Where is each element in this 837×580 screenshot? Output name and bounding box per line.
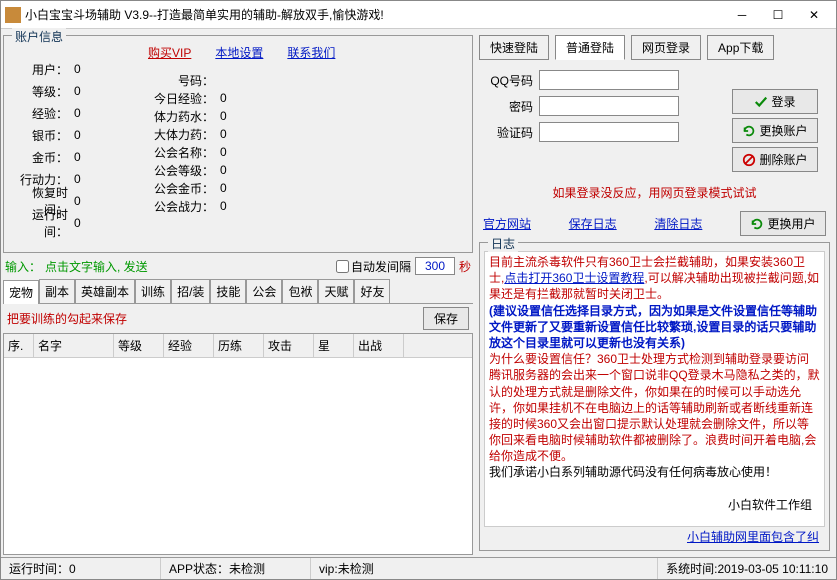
password-label: 密码 bbox=[483, 98, 539, 115]
check-icon bbox=[754, 95, 768, 109]
tab-4[interactable]: 招/装 bbox=[171, 279, 210, 303]
login-button[interactable]: 登录 bbox=[732, 89, 818, 114]
qq-label: QQ号码 bbox=[483, 72, 539, 89]
captcha-label: 验证码 bbox=[483, 124, 539, 141]
th-3[interactable]: 经验 bbox=[164, 334, 214, 357]
acct-row: 公会等级：0 bbox=[142, 161, 464, 179]
official-site-link[interactable]: 官方网站 bbox=[483, 215, 531, 232]
account-title: 账户信息 bbox=[12, 28, 66, 45]
status-vip: 未检测 bbox=[338, 560, 374, 577]
rtab-0[interactable]: 快速登陆 bbox=[479, 35, 549, 60]
window-title: 小白宝宝斗场辅助 V3.9--打造最简单实用的辅助-解放双手,愉快游戏! bbox=[25, 6, 724, 23]
acct-row: 公会金币：0 bbox=[142, 179, 464, 197]
save-button[interactable]: 保存 bbox=[423, 307, 469, 330]
captcha-input[interactable] bbox=[539, 122, 679, 142]
statusbar: 运行时间： 0 APP状态： 未检测 vip: 未检测 系统时间: 2019-0… bbox=[1, 557, 836, 579]
switch-user-button[interactable]: 更换用户 bbox=[740, 211, 826, 236]
acct-row: 银币：0 bbox=[12, 126, 142, 144]
clear-log-link[interactable]: 清除日志 bbox=[654, 215, 702, 232]
refresh-icon bbox=[750, 217, 764, 231]
acct-row: 体力药水：0 bbox=[142, 107, 464, 125]
rtab-2[interactable]: 网页登录 bbox=[631, 35, 701, 60]
save-log-link[interactable]: 保存日志 bbox=[569, 215, 617, 232]
acct-row: 运行时间：0 bbox=[12, 214, 142, 232]
status-runtime: 0 bbox=[69, 562, 76, 576]
titlebar: 小白宝宝斗场辅助 V3.9--打造最简单实用的辅助-解放双手,愉快游戏! ─ ☐… bbox=[1, 1, 836, 29]
tab-1[interactable]: 副本 bbox=[39, 279, 75, 303]
table-header: 序.名字等级经验历练攻击星出战 bbox=[4, 334, 472, 358]
tab-9[interactable]: 好友 bbox=[354, 279, 390, 303]
maximize-button[interactable]: ☐ bbox=[760, 4, 796, 26]
tab-6[interactable]: 公会 bbox=[246, 279, 282, 303]
acct-row: 经验：0 bbox=[12, 104, 142, 122]
tab-8[interactable]: 天赋 bbox=[318, 279, 354, 303]
right-tabs: 快速登陆普通登陆网页登录App下载 bbox=[475, 31, 834, 64]
log-title: 日志 bbox=[488, 235, 518, 252]
acct-row: 等级：0 bbox=[12, 82, 142, 100]
interval-input[interactable] bbox=[415, 257, 455, 275]
th-7[interactable]: 出战 bbox=[354, 334, 404, 357]
acct-row: 今日经验：0 bbox=[142, 89, 464, 107]
local-settings-link[interactable]: 本地设置 bbox=[215, 44, 263, 61]
status-app: 未检测 bbox=[229, 560, 265, 577]
acct-row: 用户：0 bbox=[12, 60, 142, 78]
bottom-link[interactable]: 小白辅助网里面包含了纠 bbox=[484, 527, 825, 546]
log-signature: 小白软件工作组 bbox=[489, 497, 820, 513]
th-2[interactable]: 等级 bbox=[114, 334, 164, 357]
pet-table: 序.名字等级经验历练攻击星出战 bbox=[3, 333, 473, 555]
switch-account-button[interactable]: 更换账户 bbox=[732, 118, 818, 143]
forbidden-icon bbox=[742, 153, 756, 167]
th-5[interactable]: 攻击 bbox=[264, 334, 314, 357]
interval-unit: 秒 bbox=[459, 258, 471, 275]
tutorial-link[interactable]: 点击打开360卫士设置教程 bbox=[504, 271, 644, 285]
th-6[interactable]: 星 bbox=[314, 334, 354, 357]
status-systime: 2019-03-05 10:11:10 bbox=[717, 562, 828, 576]
refresh-icon bbox=[742, 124, 756, 138]
account-group: 账户信息 用户：0等级：0经验：0银币：0金币：0行动力：0恢复时间：0运行时间… bbox=[3, 35, 473, 253]
auto-interval-check[interactable]: 自动发间隔 bbox=[336, 258, 411, 275]
input-bar: 输入： 点击文字输入, 发送 自动发间隔 秒 bbox=[3, 253, 473, 279]
tab-7[interactable]: 包袱 bbox=[282, 279, 318, 303]
rtab-1[interactable]: 普通登陆 bbox=[555, 35, 625, 60]
acct-row: 大体力药：0 bbox=[142, 125, 464, 143]
save-hint: 把要训练的勾起来保存 bbox=[7, 310, 423, 327]
th-4[interactable]: 历练 bbox=[214, 334, 264, 357]
log-text[interactable]: 目前主流杀毒软件只有360卫士会拦截辅助，如果安装360卫士,点击打开360卫士… bbox=[484, 251, 825, 527]
th-1[interactable]: 名字 bbox=[34, 334, 114, 357]
buy-vip-link[interactable]: 购买VIP bbox=[148, 44, 191, 61]
acct-row: 金币：0 bbox=[12, 148, 142, 166]
close-button[interactable]: ✕ bbox=[796, 4, 832, 26]
acct-row: 公会名称：0 bbox=[142, 143, 464, 161]
left-tabs: 宠物副本英雄副本训练招/装技能公会包袱天赋好友 bbox=[3, 279, 473, 304]
acct-row: 号码： bbox=[142, 71, 464, 89]
tab-0[interactable]: 宠物 bbox=[3, 280, 39, 304]
tab-5[interactable]: 技能 bbox=[210, 279, 246, 303]
acct-row: 公会战力：0 bbox=[142, 197, 464, 215]
minimize-button[interactable]: ─ bbox=[724, 4, 760, 26]
log-group: 日志 目前主流杀毒软件只有360卫士会拦截辅助，如果安装360卫士,点击打开36… bbox=[479, 242, 830, 551]
contact-us-link[interactable]: 联系我们 bbox=[287, 44, 335, 61]
delete-account-button[interactable]: 删除账户 bbox=[732, 147, 818, 172]
login-warning: 如果登录没反应，用网页登录模式试试 bbox=[475, 178, 834, 207]
app-icon bbox=[5, 7, 21, 23]
input-prefix: 输入： bbox=[5, 258, 41, 275]
rtab-3[interactable]: App下载 bbox=[707, 35, 774, 60]
input-hint[interactable]: 点击文字输入, 发送 bbox=[45, 258, 332, 275]
tab-3[interactable]: 训练 bbox=[135, 279, 171, 303]
tab-2[interactable]: 英雄副本 bbox=[75, 279, 135, 303]
save-row: 把要训练的勾起来保存 保存 bbox=[3, 304, 473, 333]
th-0[interactable]: 序. bbox=[4, 334, 34, 357]
auto-interval-checkbox[interactable] bbox=[336, 260, 349, 273]
password-input[interactable] bbox=[539, 96, 679, 116]
qq-input[interactable] bbox=[539, 70, 679, 90]
